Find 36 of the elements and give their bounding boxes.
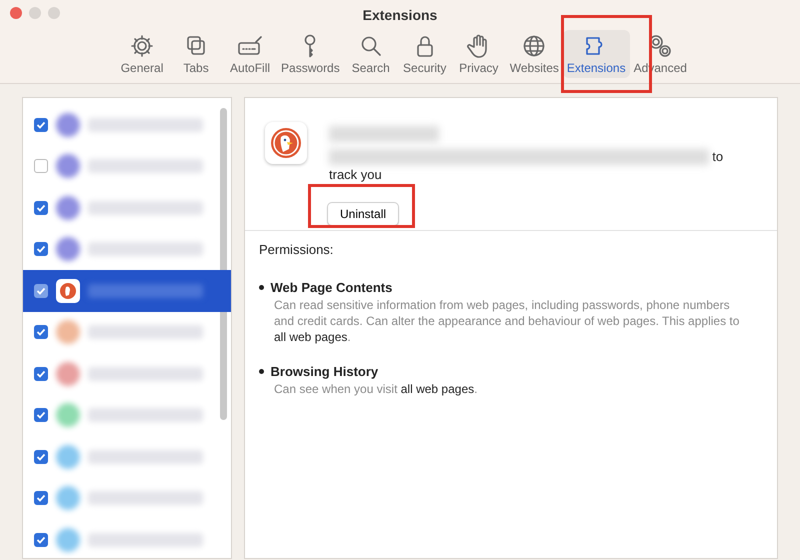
checkbox[interactable] — [34, 325, 48, 340]
checkbox[interactable] — [34, 118, 48, 132]
bullet-icon — [259, 368, 264, 374]
checkbox[interactable] — [34, 366, 48, 381]
window-title: Extensions — [362, 6, 438, 25]
extension-row[interactable] — [23, 270, 231, 312]
permission-title: Browsing History — [270, 362, 378, 381]
checkbox[interactable] — [34, 200, 48, 215]
gear-icon — [129, 33, 156, 59]
checkbox[interactable] — [34, 159, 48, 174]
duck-app-icon — [265, 122, 307, 164]
checkbox[interactable] — [34, 242, 48, 256]
toolbar-tab[interactable]: Websites — [506, 30, 563, 78]
permission-description: Can see when you visit all web pages. — [274, 381, 478, 398]
toolbar-tab[interactable]: Privacy — [452, 30, 506, 78]
permission-description: Can read sensitive information from web pages, including passwords, phone numbers and credit cards. Can alter the appearance and behaviour of web pages. This applies to all web pages. — [274, 297, 740, 346]
close-button[interactable] — [10, 7, 22, 19]
permissions-label: Permissions: — [259, 241, 334, 259]
toolbar-tab[interactable]: General — [115, 30, 170, 78]
description-text: to — [712, 148, 724, 166]
uninstall-button[interactable]: Uninstall — [327, 202, 400, 226]
checkbox[interactable] — [34, 532, 48, 547]
globe-icon — [521, 33, 548, 59]
checkbox[interactable] — [34, 491, 48, 506]
description-text: track you — [329, 166, 382, 184]
toolbar-tab[interactable]: Tabs — [169, 30, 224, 78]
toolbar-tab[interactable]: AutoFill — [223, 30, 278, 78]
bullet-icon — [259, 284, 264, 290]
toolbar-tab[interactable]: Passwords — [277, 30, 344, 78]
toolbar-tab[interactable]: Search — [344, 30, 398, 78]
checkbox[interactable] — [34, 408, 48, 422]
checkbox[interactable] — [34, 450, 48, 464]
checkbox[interactable] — [34, 284, 48, 298]
toolbar-tab[interactable]: Security — [398, 30, 452, 78]
permission-title: Web Page Contents — [270, 278, 392, 297]
toolbar-tab[interactable]: Extensions — [562, 30, 630, 78]
